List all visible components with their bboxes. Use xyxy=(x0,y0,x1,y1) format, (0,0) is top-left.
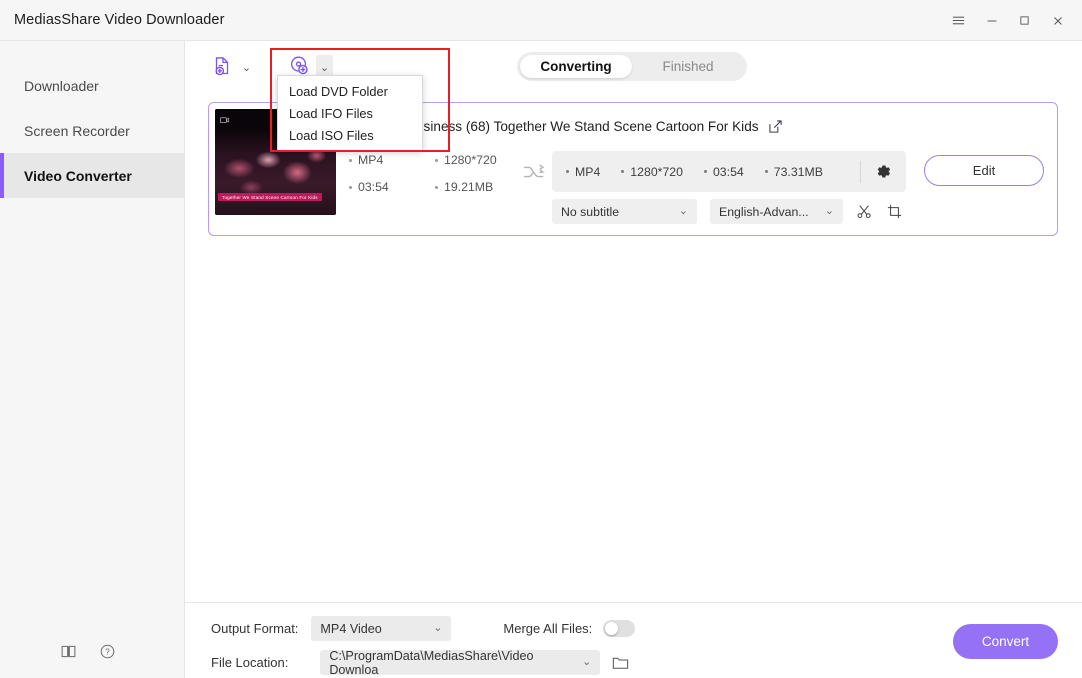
tab-label: Finished xyxy=(662,59,714,74)
load-disc-dropdown-menu[interactable]: Load DVD Folder Load IFO Files Load ISO … xyxy=(277,75,423,151)
file-location-row: File Location: C:\ProgramData\MediasShar… xyxy=(211,648,629,677)
close-icon[interactable] xyxy=(1041,0,1074,41)
app-title: MediasShare Video Downloader xyxy=(14,12,225,28)
output-format-select[interactable]: MP4 Video ⌄ xyxy=(311,616,452,641)
output-info-panel: MP4 1280*720 03:54 73.31MB xyxy=(552,151,906,192)
output-duration: 03:54 xyxy=(703,165,744,179)
chevron-down-icon: ⌄ xyxy=(241,61,252,74)
svg-text:?: ? xyxy=(105,648,110,657)
add-files-button[interactable]: ⌄ xyxy=(207,53,259,83)
track-controls-row: No subtitle ⌄ English-Advan... ⌄ xyxy=(552,199,903,224)
crop-icon[interactable] xyxy=(886,203,903,220)
source-resolution: 1280*720 xyxy=(435,153,521,167)
maximize-icon[interactable] xyxy=(1008,0,1041,41)
edit-button-label: Edit xyxy=(972,163,996,178)
edit-button[interactable]: Edit xyxy=(924,155,1044,186)
manual-book-icon[interactable] xyxy=(60,643,77,660)
sidebar-item-label: Screen Recorder xyxy=(24,122,130,139)
output-format-value: MP4 Video xyxy=(320,621,382,636)
add-file-dropdown-toggle[interactable]: ⌄ xyxy=(238,55,255,81)
chevron-down-icon: ⌄ xyxy=(824,205,834,217)
subtitle-select-value: No subtitle xyxy=(561,204,620,219)
tab-converting[interactable]: Converting xyxy=(520,55,632,78)
menu-item-load-iso-files[interactable]: Load ISO Files xyxy=(278,124,422,146)
merge-all-files-label: Merge All Files: xyxy=(503,621,593,636)
thumbnail-caption: Together We Stand Scene Cartoon For Kids xyxy=(218,193,322,201)
output-format: MP4 xyxy=(566,165,600,179)
chevron-down-icon: ⌄ xyxy=(319,61,330,74)
source-info: MP4 1280*720 03:54 19.21MB xyxy=(349,153,519,194)
sidebar-item-label: Video Converter xyxy=(24,167,132,184)
menu-item-label: Load IFO Files xyxy=(289,105,373,121)
camera-icon xyxy=(220,116,229,126)
convert-button[interactable]: Convert xyxy=(953,624,1058,659)
sidebar-item-screen-recorder[interactable]: Screen Recorder xyxy=(0,108,184,153)
convert-button-label: Convert xyxy=(981,634,1030,649)
output-format-row: Output Format: MP4 Video ⌄ Merge All Fil… xyxy=(211,616,636,641)
output-resolution: 1280*720 xyxy=(621,165,683,179)
title-bar: MediasShare Video Downloader xyxy=(0,0,1082,41)
file-location-value: C:\ProgramData\MediasShare\Video Downloa xyxy=(329,648,534,677)
add-file-icon xyxy=(211,55,233,82)
divider xyxy=(860,160,861,183)
convert-arrows-icon xyxy=(522,161,546,188)
task-title-row: by Family Business (68) Together We Stan… xyxy=(345,119,1045,134)
output-size: 73.31MB xyxy=(764,165,823,179)
toggle-knob xyxy=(605,622,619,635)
settings-gear-icon[interactable] xyxy=(875,163,892,180)
chevron-down-icon: ⌄ xyxy=(582,656,592,668)
file-location-select[interactable]: C:\ProgramData\MediasShare\Video Downloa… xyxy=(320,648,601,677)
bottom-bar: Output Format: MP4 Video ⌄ Merge All Fil… xyxy=(185,602,1082,678)
chevron-down-icon: ⌄ xyxy=(433,622,443,634)
rename-edit-icon[interactable] xyxy=(768,119,783,134)
chevron-down-icon: ⌄ xyxy=(678,205,688,217)
help-icon[interactable]: ? xyxy=(99,643,116,660)
menu-item-load-ifo-files[interactable]: Load IFO Files xyxy=(278,102,422,124)
tab-finished[interactable]: Finished xyxy=(632,55,744,78)
sidebar-footer: ? xyxy=(0,643,185,660)
audio-track-value: English-Advan... xyxy=(719,204,809,219)
source-size: 19.21MB xyxy=(435,180,521,194)
audio-track-select[interactable]: English-Advan... ⌄ xyxy=(710,199,843,224)
merge-all-files-toggle[interactable] xyxy=(603,620,636,637)
status-tabs: Converting Finished xyxy=(517,52,747,81)
menu-item-label: Load DVD Folder xyxy=(289,83,388,99)
menu-item-label: Load ISO Files xyxy=(289,127,374,143)
sidebar: Downloader Screen Recorder Video Convert… xyxy=(0,41,185,678)
output-format-label: Output Format: xyxy=(211,621,299,636)
sidebar-item-label: Downloader xyxy=(24,77,99,94)
open-folder-icon[interactable] xyxy=(612,655,629,671)
menu-item-load-dvd-folder[interactable]: Load DVD Folder xyxy=(278,80,422,102)
menu-icon[interactable] xyxy=(942,0,975,41)
sidebar-item-video-converter[interactable]: Video Converter xyxy=(0,153,184,198)
file-location-label: File Location: xyxy=(211,655,289,670)
tab-label: Converting xyxy=(540,59,612,74)
trim-scissors-icon[interactable] xyxy=(856,203,873,220)
source-duration: 03:54 xyxy=(349,180,435,194)
subtitle-select[interactable]: No subtitle ⌄ xyxy=(552,199,697,224)
minimize-icon[interactable] xyxy=(975,0,1008,41)
window-controls xyxy=(942,0,1082,41)
sidebar-item-downloader[interactable]: Downloader xyxy=(0,63,184,108)
source-format: MP4 xyxy=(349,153,435,167)
